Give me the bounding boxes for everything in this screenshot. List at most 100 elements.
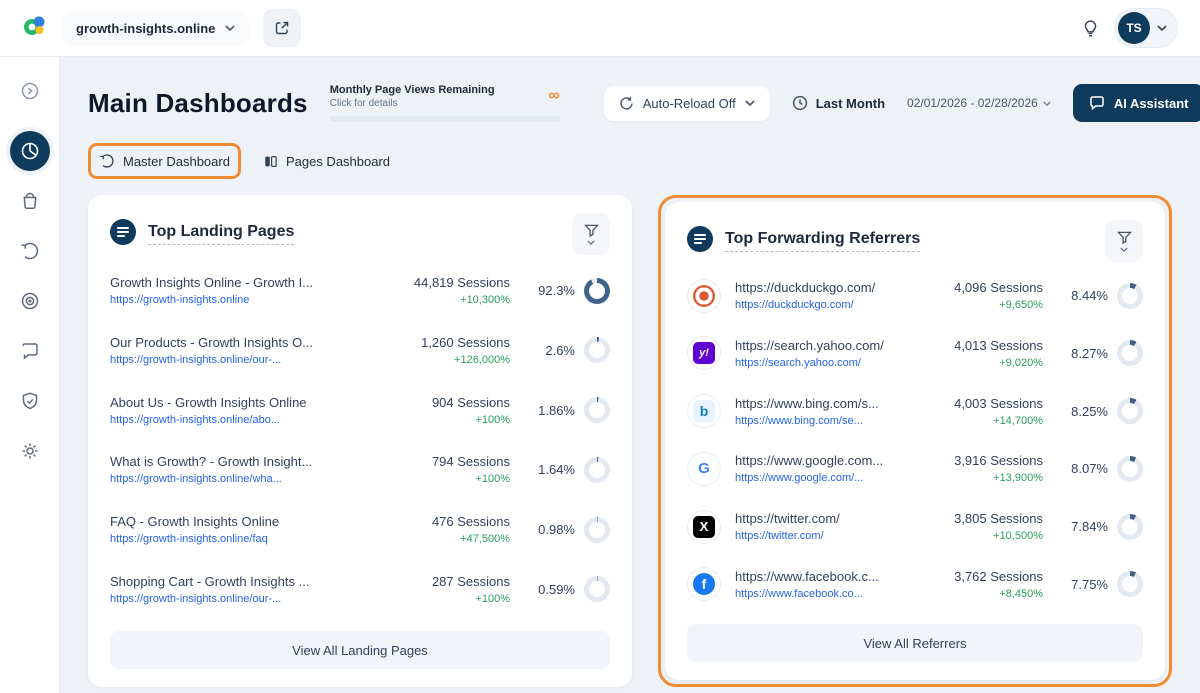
open-website-button[interactable] — [263, 9, 301, 47]
sidebar-item-recordings[interactable] — [10, 231, 50, 271]
share-percent: 0.98% — [538, 522, 575, 537]
table-row: About Us - Growth Insights Online https:… — [110, 382, 610, 438]
sidebar-item-collapse[interactable] — [10, 71, 50, 111]
page-title-text: Our Products - Growth Insights O... — [110, 335, 380, 350]
view-all-landing-pages-button[interactable]: View All Landing Pages — [110, 631, 610, 669]
page-title-text: About Us - Growth Insights Online — [110, 395, 380, 410]
sessions-delta: +10,300% — [392, 294, 510, 306]
table-row: What is Growth? - Growth Insight... http… — [110, 442, 610, 498]
chevron-down-icon — [587, 240, 595, 245]
share-percent: 2.6% — [545, 343, 575, 358]
page-url-link[interactable]: https://growth-insights.online — [110, 294, 380, 306]
target-icon — [20, 291, 40, 311]
referrer-favicon — [687, 567, 721, 601]
table-row: https://www.google.com... https://www.go… — [687, 441, 1143, 497]
sidebar-item-settings[interactable] — [10, 431, 50, 471]
referrer-favicon — [687, 510, 721, 544]
referrer-url-link[interactable]: https://search.yahoo.com/ — [735, 357, 913, 369]
pageviews-details-link[interactable]: Click for details — [330, 98, 560, 109]
sidebar-item-feedback[interactable] — [10, 331, 50, 371]
table-row: Growth Insights Online - Growth I... htt… — [110, 263, 610, 319]
tab-master-dashboard[interactable]: Master Dashboard — [97, 149, 232, 173]
page-title-text: Growth Insights Online - Growth I... — [110, 275, 380, 290]
page-url-link[interactable]: https://growth-insights.online/our-... — [110, 593, 380, 605]
table-icon — [687, 226, 713, 257]
infinity-value: ∞ — [548, 88, 559, 104]
filter-button[interactable] — [1105, 220, 1143, 262]
refresh-icon — [619, 96, 634, 111]
website-selector[interactable]: growth-insights.online — [62, 12, 249, 45]
referrer-url-link[interactable]: https://twitter.com/ — [735, 530, 913, 542]
share-donut — [1117, 283, 1143, 309]
sidebar-item-competition[interactable] — [10, 281, 50, 321]
referrer-title: https://search.yahoo.com/ — [735, 338, 913, 353]
clock-icon — [792, 95, 808, 111]
sessions-delta: +9,020% — [925, 357, 1043, 369]
share-donut — [584, 576, 610, 602]
page-url-link[interactable]: https://growth-insights.online/our-... — [110, 354, 380, 366]
table-row: https://twitter.com/ https://twitter.com… — [687, 499, 1143, 555]
referrers-card: Top Forwarding Referrers https://duckduc… — [665, 202, 1165, 680]
sidebar-item-ecommerce[interactable] — [10, 181, 50, 221]
page-url-link[interactable]: https://growth-insights.online/abo... — [110, 414, 380, 426]
pageviews-label: Monthly Page Views Remaining — [330, 84, 560, 96]
referrer-title: https://www.google.com... — [735, 453, 913, 468]
website-name: growth-insights.online — [76, 21, 215, 36]
share-donut — [584, 337, 610, 363]
landing-pages-list: Growth Insights Online - Growth I... htt… — [110, 259, 610, 621]
sessions-value: 3,805 Sessions — [925, 511, 1043, 526]
page-title-text: FAQ - Growth Insights Online — [110, 514, 380, 529]
page-header: Main Dashboards Monthly Page Views Remai… — [88, 75, 1172, 131]
sessions-delta: +100% — [392, 473, 510, 485]
page-url-link[interactable]: https://growth-insights.online/wha... — [110, 473, 380, 485]
sessions-delta: +13,900% — [925, 472, 1043, 484]
chevron-down-icon — [1120, 247, 1128, 252]
referrer-url-link[interactable]: https://www.facebook.co... — [735, 588, 913, 600]
share-donut — [1117, 456, 1143, 482]
share-percent: 1.86% — [538, 403, 575, 418]
main-content: Main Dashboards Monthly Page Views Remai… — [60, 57, 1200, 693]
sessions-value: 4,003 Sessions — [925, 396, 1043, 411]
sessions-delta: +8,450% — [925, 588, 1043, 600]
user-menu[interactable]: TS — [1114, 8, 1178, 48]
referrer-favicon — [687, 336, 721, 370]
page-title-text: What is Growth? - Growth Insight... — [110, 454, 380, 469]
table-row: https://search.yahoo.com/ https://search… — [687, 325, 1143, 381]
tab-master-label: Master Dashboard — [123, 154, 230, 169]
share-donut — [1117, 340, 1143, 366]
pageviews-progressbar — [330, 116, 560, 122]
tips-button[interactable] — [1081, 19, 1100, 38]
sessions-value: 476 Sessions — [392, 514, 510, 529]
sessions-value: 794 Sessions — [392, 454, 510, 469]
share-donut — [1117, 514, 1143, 540]
table-row: Our Products - Growth Insights O... http… — [110, 322, 610, 378]
tab-pages-dashboard[interactable]: Pages Dashboard — [261, 150, 392, 173]
view-all-referrers-button[interactable]: View All Referrers — [687, 624, 1143, 662]
share-percent: 8.44% — [1071, 288, 1108, 303]
sidebar — [0, 57, 60, 693]
avatar: TS — [1118, 12, 1150, 44]
referrer-title: https://www.bing.com/s... — [735, 396, 913, 411]
app-logo — [22, 13, 48, 44]
funnel-icon — [584, 224, 599, 237]
share-percent: 0.59% — [538, 582, 575, 597]
table-row: https://duckduckgo.com/ https://duckduck… — [687, 268, 1143, 324]
table-row: https://www.bing.com/s... https://www.bi… — [687, 383, 1143, 439]
sessions-delta: +100% — [392, 593, 510, 605]
sidebar-item-privacy[interactable] — [10, 381, 50, 421]
filter-button[interactable] — [572, 213, 610, 255]
ai-assistant-button[interactable]: AI Assistant — [1073, 84, 1200, 122]
referrer-url-link[interactable]: https://www.bing.com/se... — [735, 415, 913, 427]
date-range[interactable]: 02/01/2026 - 02/28/2026 — [907, 96, 1051, 110]
referrer-url-link[interactable]: https://www.google.com/... — [735, 472, 913, 484]
page-url-link[interactable]: https://growth-insights.online/faq — [110, 533, 380, 545]
chat-bubble-icon — [20, 341, 40, 361]
share-donut — [1117, 571, 1143, 597]
sessions-delta: +9,650% — [925, 299, 1043, 311]
sessions-value: 4,013 Sessions — [925, 338, 1043, 353]
referrer-favicon — [687, 279, 721, 313]
auto-reload-button[interactable]: Auto-Reload Off — [604, 86, 770, 121]
period-selector[interactable]: Last Month — [792, 95, 885, 111]
referrer-url-link[interactable]: https://duckduckgo.com/ — [735, 299, 913, 311]
sidebar-item-dashboards[interactable] — [10, 131, 50, 171]
